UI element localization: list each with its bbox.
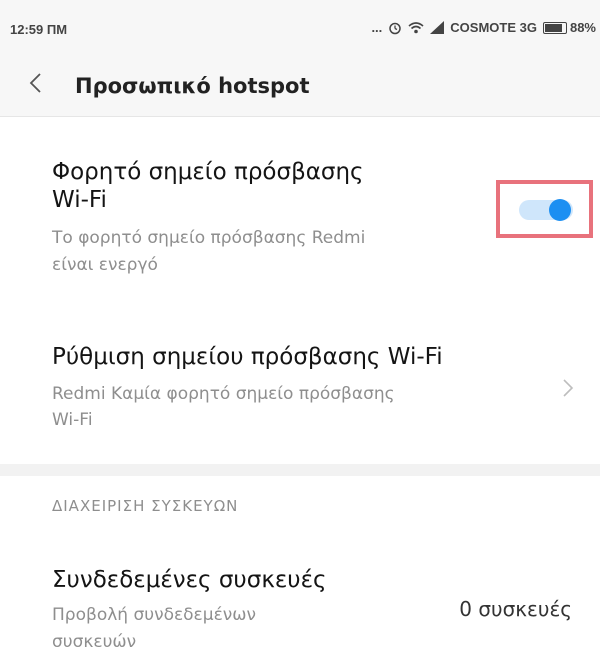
setup-title: Ρύθμιση σημείου πρόσβασης Wi-Fi xyxy=(52,344,443,370)
hotspot-subtitle-line1: Το φορητό σημείο πρόσβασης Redmi xyxy=(52,228,366,248)
status-dots: ... xyxy=(371,20,383,35)
status-icons: ... COSMOTE 3G 88% xyxy=(371,20,596,35)
status-bar: 12:59 ΠΜ ... COSMOTE 3G 88% xyxy=(0,0,600,50)
hotspot-subtitle-line2: είναι ενεργό xyxy=(52,255,158,275)
alarm-icon xyxy=(389,22,402,34)
battery-indicator: 88% xyxy=(542,20,596,35)
status-time: 12:59 ΠΜ xyxy=(10,22,68,37)
wifi-icon xyxy=(408,22,424,34)
devices-subtitle-line1: Προβολή συνδεδεμένων xyxy=(52,605,256,625)
section-header: ΔΙΑΧΕΙΡΙΣΗ ΣΥΣΚΕΥΩΝ xyxy=(52,497,239,515)
battery-fill xyxy=(544,23,563,32)
signal-icon xyxy=(430,21,445,34)
section-divider xyxy=(0,464,600,476)
chevron-right-icon xyxy=(563,379,574,397)
hotspot-title-line1: Φορητό σημείο πρόσβασης xyxy=(52,159,364,185)
devices-count: 0 συσκευές xyxy=(459,597,572,621)
devices-title: Συνδεδεμένες συσκευές xyxy=(52,567,327,593)
hotspot-title-line2: Wi-Fi xyxy=(52,187,107,213)
battery-icon xyxy=(542,21,567,34)
app-bar: Προσωπικό hotspot xyxy=(0,50,600,117)
devices-subtitle-line2: συσκευών xyxy=(52,632,137,652)
toggle-highlight xyxy=(496,180,593,238)
setup-subtitle-line2: Wi-Fi xyxy=(52,410,93,430)
carrier-name: COSMOTE 3G xyxy=(450,20,537,35)
chevron-left-icon[interactable] xyxy=(28,72,44,94)
toggle-knob xyxy=(549,199,571,221)
battery-percent: 88% xyxy=(569,20,596,35)
setup-subtitle-line1: Redmi Καμία φορητό σημείο πρόσβασης xyxy=(52,384,395,404)
hotspot-toggle[interactable] xyxy=(519,199,573,221)
page-title: Προσωπικό hotspot xyxy=(75,74,310,98)
